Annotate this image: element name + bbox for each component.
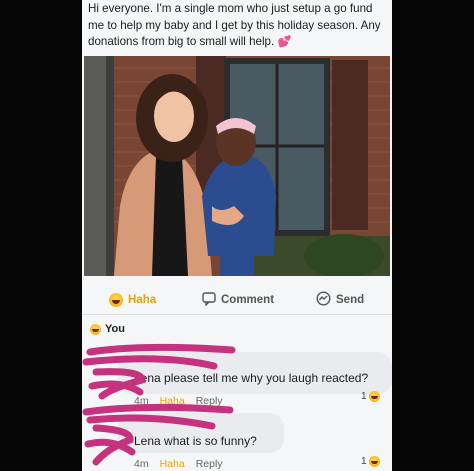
- send-button[interactable]: Send: [316, 291, 364, 309]
- comment-reply-link[interactable]: Reply: [196, 395, 223, 407]
- haha-emoji-icon: [109, 293, 123, 307]
- haha-button-label: Haha: [128, 294, 157, 306]
- comment-haha-link[interactable]: Haha: [160, 458, 185, 470]
- haha-emoji-icon: [90, 323, 101, 335]
- reaction-summary[interactable]: You: [90, 323, 125, 335]
- haha-emoji-icon: [368, 391, 380, 402]
- haha-reaction-button[interactable]: Haha: [109, 291, 156, 309]
- reaction-count-value: 1: [361, 391, 367, 402]
- post-photo[interactable]: [84, 56, 390, 276]
- comment-bubble[interactable]: Lena what is so funny?: [118, 413, 284, 453]
- send-button-label: Send: [336, 294, 365, 306]
- comment-time: 4m: [134, 458, 149, 470]
- comment-icon: [202, 291, 216, 309]
- comment-reaction-count[interactable]: 1: [361, 391, 380, 402]
- comment-bubble[interactable]: Lena please tell me why you laugh reacte…: [118, 352, 392, 394]
- comment-haha-link[interactable]: Haha: [160, 395, 185, 407]
- comment-button-label: Comment: [221, 294, 275, 306]
- comment-text: Lena please tell me why you laugh reacte…: [134, 371, 369, 385]
- heart-emoji: 💕: [277, 36, 292, 48]
- comment-reply-link[interactable]: Reply: [196, 458, 223, 470]
- comment-text: Lena what is so funny?: [134, 434, 257, 448]
- facebook-post-card: Hi everyone. I'm a single mom who just s…: [82, 0, 392, 471]
- post-text: Hi everyone. I'm a single mom who just s…: [88, 1, 388, 51]
- haha-emoji-icon: [368, 456, 380, 467]
- comment-time: 4m: [134, 395, 149, 407]
- reaction-count-value: 1: [361, 456, 367, 467]
- post-action-bar: Haha Comment Send: [82, 285, 392, 315]
- comment-meta: 4m Haha Reply: [134, 395, 223, 407]
- post-body: Hi everyone. I'm a single mom who just s…: [88, 2, 381, 48]
- comment-button[interactable]: Comment: [202, 291, 274, 309]
- comment-reaction-count[interactable]: 1: [361, 456, 380, 467]
- comment-meta: 4m Haha Reply: [134, 458, 223, 470]
- reaction-summary-label: You: [105, 323, 125, 335]
- messenger-icon: [316, 291, 331, 309]
- photo-illustration: [84, 56, 390, 276]
- action-divider: [82, 314, 392, 315]
